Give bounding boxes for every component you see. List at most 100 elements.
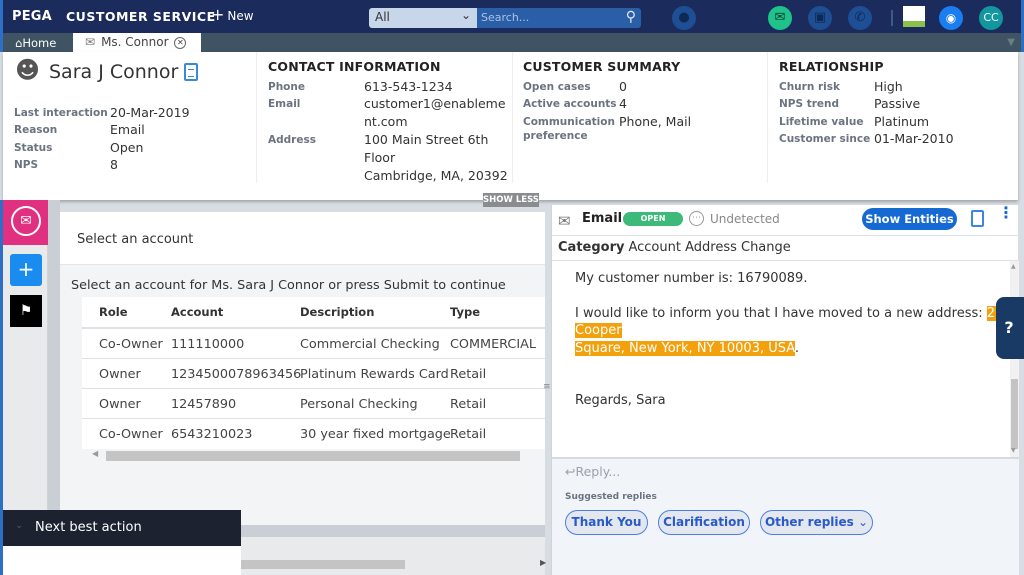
table-row[interactable]: Owner 1234500078963456 Platinum Rewards … [82, 359, 545, 389]
cell-type: COMMERCIAL [450, 337, 537, 352]
email-panel: ✉ Email OPEN ⋯ Undetected Show Entities … [551, 205, 1019, 575]
field-label: Email [268, 98, 301, 110]
cell-account: 1234500078963456 [171, 367, 302, 382]
table-row[interactable]: Owner 12457890 Personal Checking Retail [82, 389, 545, 419]
category-label: Category [558, 240, 625, 255]
chevron-down-icon: ⌄ [858, 515, 869, 529]
phone-icon[interactable]: ✆ [848, 6, 872, 30]
scroll-down-icon[interactable]: ▼ [1011, 447, 1016, 454]
field-label: NPS [14, 159, 39, 171]
table-row[interactable]: Co-Owner 6543210023 30 year fixed mortga… [82, 419, 545, 449]
field-label: Active accounts [523, 98, 617, 110]
cell-role: Owner [99, 367, 141, 382]
email-text: . [794, 340, 800, 356]
reply-icon: ↩ [565, 464, 576, 479]
next-best-action-panel: ⌄ Next best action [0, 510, 241, 575]
reply-input[interactable]: ↩Reply... [565, 464, 620, 479]
cell-description: Personal Checking [300, 397, 418, 412]
email-signoff: Regards, Sara [575, 393, 666, 408]
column-header-description[interactable]: Description [300, 305, 374, 319]
email-header: ✉ Email OPEN ⋯ Undetected Show Entities … [552, 205, 1019, 236]
new-button[interactable]: + New [211, 7, 254, 24]
field-value: Platinum [874, 114, 930, 129]
scroll-left-icon[interactable]: ◀ [92, 449, 98, 458]
user-avatar[interactable]: CC [979, 6, 1003, 30]
scrollbar-thumb[interactable] [1011, 379, 1018, 449]
tab-home-label: Home [22, 36, 57, 50]
cell-account: 111110000 [171, 337, 245, 352]
show-less-button[interactable]: SHOW LESS [483, 193, 539, 207]
status-swatch-icon[interactable] [903, 6, 925, 27]
email-channel-button[interactable]: ✉ [3, 200, 48, 245]
splitter-grip-icon[interactable]: ≡ [543, 382, 551, 392]
cell-role: Co-Owner [99, 427, 163, 442]
show-entities-button[interactable]: Show Entities [862, 208, 957, 230]
email-link[interactable]: customer1@enableme [364, 96, 506, 111]
table-header: Role Account Description Type [82, 297, 545, 329]
panel-header: Select an account [60, 212, 545, 265]
close-tab-icon[interactable]: ✕ [174, 36, 187, 49]
email-title: Email [582, 211, 623, 226]
cell-type: Retail [450, 427, 487, 442]
phone-value: 613-543-1234 [364, 79, 453, 94]
search-icon[interactable]: ⚲ [626, 9, 636, 25]
other-replies-dropdown[interactable]: Other replies ⌄ [760, 510, 873, 535]
cell-role: Owner [99, 397, 141, 412]
search-scope-value: All [375, 10, 390, 24]
divider [512, 52, 513, 183]
column-header-type[interactable]: Type [450, 305, 480, 319]
other-replies-label: Other replies [764, 515, 854, 529]
envelope-icon: ✉ [85, 35, 96, 49]
divider [256, 52, 257, 183]
address-entity-highlight[interactable]: Cooper [575, 323, 622, 338]
email-vertical-scrollbar[interactable]: ▲ ▼ [1010, 261, 1019, 457]
field-label: Status [14, 142, 53, 154]
field-label: preference [523, 130, 588, 142]
field-label: Open cases [523, 81, 591, 93]
tab-overflow-icon[interactable]: ▼ [1007, 37, 1015, 48]
page-horizontal-scrollbar[interactable] [225, 560, 405, 569]
tab-ms-connor[interactable]: ✉ Ms. Connor ✕ [73, 33, 201, 52]
assistant-bot-icon[interactable]: ◉ [939, 6, 963, 30]
pega-logo: PEGA [12, 9, 52, 24]
clipboard-icon[interactable] [184, 63, 198, 81]
tab-home[interactable]: ⌂Home [15, 36, 56, 50]
app-name: CUSTOMER SERVICE [66, 9, 216, 24]
select-account-panel: Select an account Select an account for … [60, 212, 545, 525]
cell-type: Retail [450, 367, 487, 382]
customer-header: ☻ Sara J Connor Last interaction 20-Mar-2… [3, 52, 1018, 200]
address-entity-highlight[interactable]: Square, New York, NY 10003, USA [575, 340, 795, 356]
clipboard-icon[interactable] [971, 210, 984, 227]
table-row[interactable]: Co-Owner 111110000 Commercial Checking C… [82, 329, 545, 359]
customer-summary-title: CUSTOMER SUMMARY [523, 59, 681, 74]
field-value: 4 [619, 96, 627, 111]
add-task-button[interactable]: + [10, 254, 42, 286]
table-horizontal-scrollbar[interactable]: ◀ [82, 449, 545, 463]
tab-label: Ms. Connor [101, 35, 169, 49]
help-button[interactable]: ? [996, 297, 1024, 359]
email-body: My customer number is: 16790089. I would… [552, 261, 1010, 457]
scroll-right-icon[interactable]: ▶ [540, 558, 546, 567]
more-options-icon[interactable]: ⋮ [998, 205, 1014, 221]
suggested-reply-clarification[interactable]: Clarification [658, 510, 750, 535]
search-input[interactable]: Search... ⚲ [477, 8, 641, 28]
neutral-face-icon: ⋯ [689, 211, 704, 226]
next-best-action-header[interactable]: ⌄ Next best action [3, 510, 241, 546]
chevron-down-icon: ⌄ [15, 520, 24, 531]
scrollbar-thumb[interactable] [106, 451, 520, 461]
column-header-account[interactable]: Account [171, 305, 223, 319]
email-icon[interactable]: ✉ [768, 6, 792, 30]
checkered-flag-icon[interactable]: ⚑ [10, 295, 42, 327]
address-line: 100 Main Street 6th [364, 132, 489, 147]
email-link-cont[interactable]: nt.com [364, 114, 408, 129]
cell-description: Platinum Rewards Card [300, 367, 449, 382]
field-value: High [874, 79, 903, 94]
network-icon[interactable]: ● [672, 6, 696, 30]
person-icon: ☻ [15, 56, 41, 84]
chat-icon[interactable]: ▣ [808, 6, 832, 30]
suggested-reply-thank-you[interactable]: Thank You [565, 510, 648, 535]
scroll-up-icon[interactable]: ▲ [1011, 263, 1016, 270]
search-placeholder: Search... [481, 11, 530, 24]
search-scope-select[interactable]: All ⌄ [369, 8, 477, 28]
column-header-role[interactable]: Role [99, 305, 128, 319]
